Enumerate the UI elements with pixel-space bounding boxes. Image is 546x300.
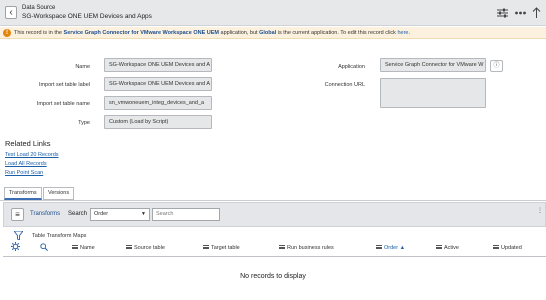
- column-header-active[interactable]: Active: [436, 245, 459, 251]
- info-banner: ! This record is in the Service Graph Co…: [0, 27, 546, 39]
- search-field-select[interactable]: Order ▼: [90, 208, 150, 221]
- connection-url-label: Connection URL: [324, 82, 365, 88]
- list-menu-button[interactable]: ≡: [11, 208, 24, 221]
- scroll-top-icon[interactable]: [532, 7, 541, 20]
- import-set-table-name-label: Import set table name: [36, 101, 90, 107]
- chevron-down-icon: ▼: [141, 211, 146, 217]
- type-field[interactable]: Custom (Load by Script): [104, 115, 212, 129]
- column-header-name[interactable]: Name: [72, 245, 95, 251]
- application-info-button[interactable]: ⓘ: [490, 60, 503, 72]
- column-menu-icon[interactable]: [126, 245, 132, 249]
- column-menu-icon[interactable]: [493, 245, 499, 249]
- more-icon[interactable]: [515, 9, 526, 18]
- application-label: Application: [338, 64, 365, 70]
- type-label: Type: [78, 120, 90, 126]
- tab-versions[interactable]: Versions: [43, 187, 75, 200]
- hamburger-icon: ≡: [15, 210, 20, 219]
- column-header-source-table[interactable]: Source table: [126, 245, 165, 251]
- gear-icon[interactable]: [11, 242, 20, 253]
- column-menu-icon[interactable]: [72, 245, 78, 249]
- empty-list-message: No records to display: [240, 273, 306, 280]
- connection-url-field[interactable]: [380, 78, 486, 108]
- record-kind: Data Source: [22, 5, 56, 11]
- column-header-run-business-rules[interactable]: Run business rules: [279, 245, 334, 251]
- info-message: This record is in the Service Graph Conn…: [14, 30, 411, 36]
- name-field[interactable]: SG-Workspace ONE UEM Devices and A: [104, 58, 212, 72]
- banner-app-name: Service Graph Connector for VMware Works…: [63, 30, 220, 36]
- settings-sliders-icon[interactable]: [497, 8, 508, 20]
- filter-breadcrumb[interactable]: Table Transform Maps: [32, 233, 86, 239]
- test-load-link[interactable]: Test Load 20 Records: [5, 152, 59, 158]
- column-menu-icon[interactable]: [203, 245, 209, 249]
- tab-divider: [0, 200, 546, 201]
- search-icon[interactable]: [40, 243, 48, 253]
- form-header: ‹ Data Source SG-Workspace ONE UEM Devic…: [0, 0, 546, 26]
- load-all-records-link[interactable]: Load All Records: [5, 161, 47, 167]
- column-menu-icon[interactable]: [279, 245, 285, 249]
- list-more-icon[interactable]: ⋮: [537, 207, 543, 214]
- banner-edit-link[interactable]: here: [397, 30, 408, 36]
- import-set-table-label-field[interactable]: SG-Workspace ONE UEM Devices and A: [104, 77, 212, 91]
- column-header-target-table[interactable]: Target table: [203, 245, 240, 251]
- column-header-updated[interactable]: Updated: [493, 245, 522, 251]
- banner-scope-name: Global: [259, 30, 277, 36]
- info-circle-icon: ⓘ: [493, 63, 500, 69]
- column-menu-icon[interactable]: [436, 245, 442, 249]
- related-links-title: Related Links: [5, 139, 51, 148]
- column-header-order[interactable]: Order ▲: [376, 245, 405, 251]
- info-warning-icon: !: [3, 29, 11, 37]
- name-label: Name: [75, 64, 90, 70]
- list-title[interactable]: Transforms: [30, 211, 60, 217]
- tab-transforms[interactable]: Transforms: [4, 187, 42, 200]
- import-set-table-label-label: Import set table label: [38, 82, 90, 88]
- import-set-table-name-field[interactable]: sn_vmwoneuem_integ_devices_and_a: [104, 96, 212, 110]
- filter-icon[interactable]: [13, 230, 24, 242]
- run-point-scan-link[interactable]: Run Point Scan: [5, 170, 43, 176]
- table-header-divider: [3, 256, 546, 257]
- back-button[interactable]: ‹: [5, 6, 17, 19]
- column-menu-icon[interactable]: [376, 245, 382, 249]
- search-input[interactable]: Search: [152, 208, 220, 221]
- application-field[interactable]: Service Graph Connector for VMware W: [380, 58, 486, 72]
- sort-ascending-icon: ▲: [399, 245, 406, 251]
- record-title: SG-Workspace ONE UEM Devices and Apps: [22, 13, 152, 20]
- search-label: Search: [68, 211, 88, 217]
- list-toolbar: ≡ Transforms Search Order ▼ Search ⋮: [3, 202, 546, 227]
